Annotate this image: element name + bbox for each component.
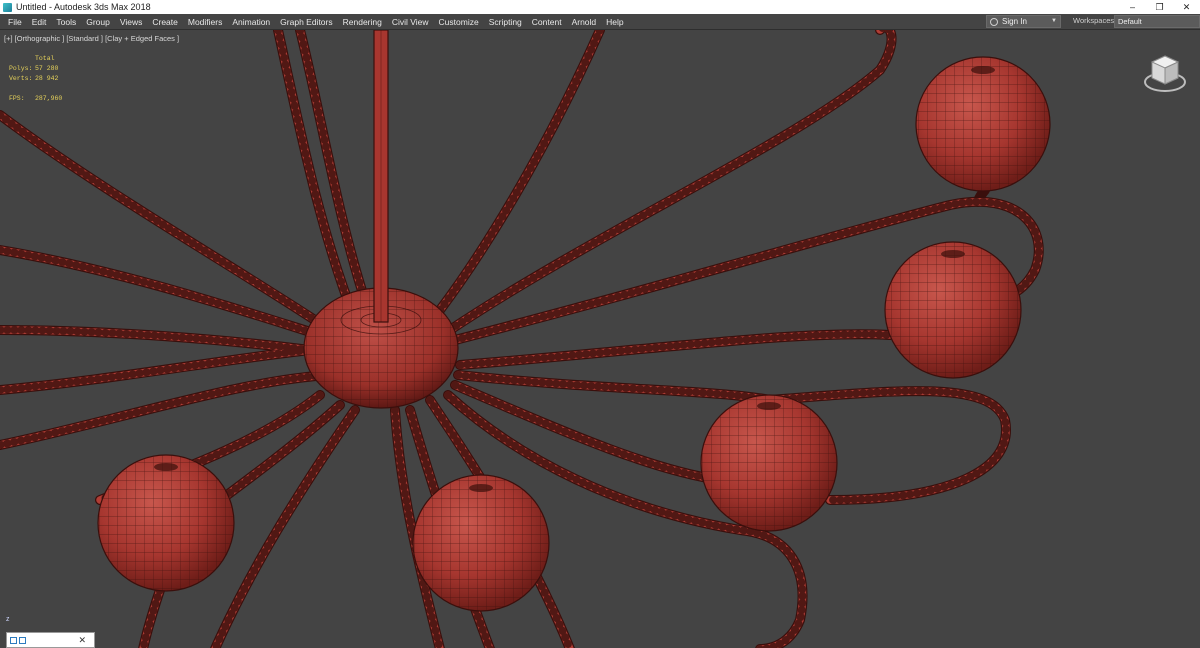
- menu-civil-view[interactable]: Civil View: [387, 17, 434, 27]
- close-button[interactable]: ✕: [1173, 0, 1200, 14]
- sphere-1: [915, 56, 1051, 192]
- menu-views[interactable]: Views: [115, 17, 148, 27]
- viewport-label[interactable]: [+] [Orthographic ] [Standard ] [Clay + …: [4, 34, 179, 43]
- window-icon: [10, 636, 17, 644]
- sign-in-label: Sign In: [1002, 17, 1027, 26]
- menu-modifiers[interactable]: Modifiers: [183, 17, 227, 27]
- menu-arnold[interactable]: Arnold: [567, 17, 602, 27]
- minimize-button[interactable]: –: [1119, 0, 1146, 14]
- menu-content[interactable]: Content: [527, 17, 567, 27]
- sphere-5: [97, 454, 235, 592]
- workspaces-select[interactable]: Default: [1114, 15, 1200, 28]
- scene-render: [0, 30, 1051, 648]
- statistics-overlay: Total Polys: 57 280 Verts: 28 942 FPS: 2…: [9, 54, 62, 104]
- close-icon[interactable]: ✕: [78, 635, 86, 646]
- menu-animation[interactable]: Animation: [227, 17, 275, 27]
- menu-rendering[interactable]: Rendering: [338, 17, 387, 27]
- sphere-2: [884, 241, 1022, 379]
- stats-verts: Verts: 28 942: [9, 75, 59, 82]
- window-icon: [19, 636, 26, 644]
- stats-fps: FPS: 287,960: [9, 95, 63, 102]
- title-bar: Untitled - Autodesk 3ds Max 2018 – ❐ ✕: [0, 0, 1200, 14]
- user-icon: [990, 17, 998, 26]
- window-controls: – ❐ ✕: [1119, 0, 1200, 14]
- viewcube-icon[interactable]: [1140, 48, 1190, 98]
- menu-help[interactable]: Help: [601, 17, 628, 27]
- menu-group[interactable]: Group: [81, 17, 115, 27]
- menu-edit[interactable]: Edit: [27, 17, 52, 27]
- workspaces-value: Default: [1118, 17, 1142, 26]
- stats-polys: Polys: 57 280: [9, 65, 59, 72]
- perspective-viewport[interactable]: [+] [Orthographic ] [Standard ] [Clay + …: [0, 29, 1200, 648]
- menu-bar: File Edit Tools Group Views Create Modif…: [0, 14, 1200, 29]
- axis-tripod-icon: z: [6, 616, 10, 623]
- menu-items: File Edit Tools Group Views Create Modif…: [0, 17, 629, 27]
- stats-total-label: Total: [35, 55, 55, 62]
- chandelier-spheres: [97, 56, 1051, 612]
- sphere-4: [412, 474, 550, 612]
- chevron-down-icon: ▼: [1051, 18, 1057, 24]
- menu-scripting[interactable]: Scripting: [484, 17, 527, 27]
- app-icon: [3, 2, 12, 12]
- sign-in-dropdown[interactable]: Sign In ▼: [986, 15, 1061, 28]
- menu-graph-editors[interactable]: Graph Editors: [275, 17, 337, 27]
- menu-tools[interactable]: Tools: [51, 17, 81, 27]
- menu-file[interactable]: File: [3, 17, 27, 27]
- sphere-3: [700, 394, 838, 532]
- restore-button[interactable]: ❐: [1146, 0, 1173, 14]
- menu-customize[interactable]: Customize: [434, 17, 484, 27]
- window-title: Untitled - Autodesk 3ds Max 2018: [16, 2, 151, 12]
- workspaces-label: Workspaces:: [1073, 16, 1117, 25]
- menu-create[interactable]: Create: [147, 17, 183, 27]
- mini-listener-widget[interactable]: ✕: [6, 632, 95, 648]
